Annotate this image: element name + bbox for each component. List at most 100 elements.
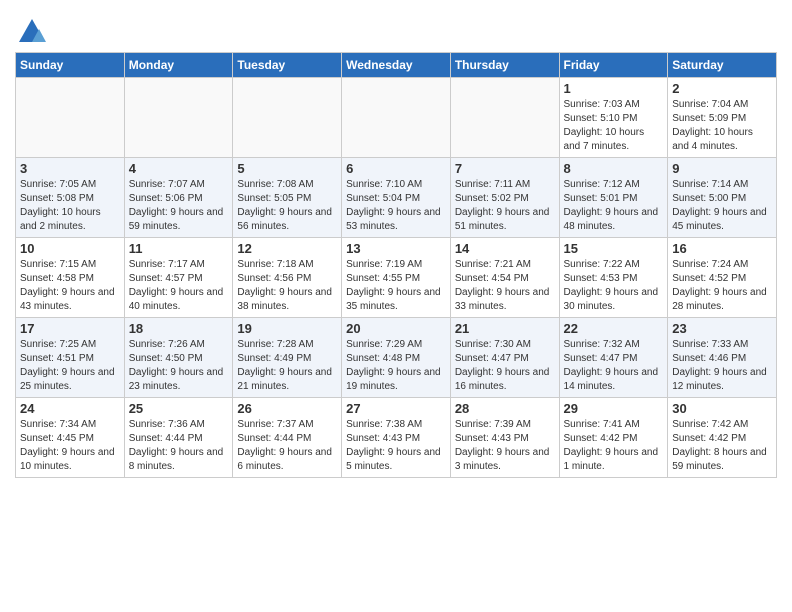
week-row-2: 3 Sunrise: 7:05 AM Sunset: 5:08 PM Daylig… — [16, 158, 777, 238]
calendar-table: SundayMondayTuesdayWednesdayThursdayFrid… — [15, 52, 777, 478]
page-container: SundayMondayTuesdayWednesdayThursdayFrid… — [0, 0, 792, 488]
day-cell: 4 Sunrise: 7:07 AM Sunset: 5:06 PM Daylig… — [124, 158, 233, 238]
day-number: 7 — [455, 161, 555, 176]
day-info: Sunrise: 7:19 AM Sunset: 4:55 PM Dayligh… — [346, 258, 446, 314]
day-cell: 9Sunrise: 7:14 AM Sunset: 5:00 PM Daylig… — [668, 158, 777, 238]
day-info: Sunrise: 7:38 AM Sunset: 4:43 PM Dayligh… — [346, 418, 446, 474]
day-info: Sunrise: 7:11 AM Sunset: 5:02 PM Dayligh… — [455, 178, 555, 234]
day-info: Sunrise: 7:05 AM Sunset: 5:08 PM Dayligh… — [20, 178, 120, 234]
day-info: Sunrise: 7:34 AM Sunset: 4:45 PM Dayligh… — [20, 418, 120, 474]
day-number: 25 — [129, 401, 229, 416]
day-info: Sunrise: 7:26 AM Sunset: 4:50 PM Dayligh… — [129, 338, 229, 394]
day-info: Sunrise: 7:22 AM Sunset: 4:53 PM Dayligh… — [564, 258, 664, 314]
day-number: 16 — [672, 241, 772, 256]
day-number: 2 — [672, 81, 772, 96]
day-info: Sunrise: 7:03 AM Sunset: 5:10 PM Dayligh… — [564, 98, 664, 154]
day-cell: 20 Sunrise: 7:29 AM Sunset: 4:48 PM Dayli… — [342, 318, 451, 398]
day-info: Sunrise: 7:37 AM Sunset: 4:44 PM Dayligh… — [237, 418, 337, 474]
day-cell: 26 Sunrise: 7:37 AM Sunset: 4:44 PM Dayli… — [233, 398, 342, 478]
day-info: Sunrise: 7:07 AM Sunset: 5:06 PM Dayligh… — [129, 178, 229, 234]
day-number: 20 — [346, 321, 446, 336]
day-cell — [342, 78, 451, 158]
day-info: Sunrise: 7:25 AM Sunset: 4:51 PM Dayligh… — [20, 338, 120, 394]
header-row: SundayMondayTuesdayWednesdayThursdayFrid… — [16, 53, 777, 78]
day-number: 4 — [129, 161, 229, 176]
day-info: Sunrise: 7:10 AM Sunset: 5:04 PM Dayligh… — [346, 178, 446, 234]
day-number: 14 — [455, 241, 555, 256]
day-cell: 24Sunrise: 7:34 AM Sunset: 4:45 PM Dayli… — [16, 398, 125, 478]
day-number: 22 — [564, 321, 664, 336]
day-info: Sunrise: 7:30 AM Sunset: 4:47 PM Dayligh… — [455, 338, 555, 394]
day-number: 15 — [564, 241, 664, 256]
day-number: 6 — [346, 161, 446, 176]
header-cell-monday: Monday — [124, 53, 233, 78]
header — [15, 10, 777, 44]
day-number: 1 — [564, 81, 664, 96]
day-cell: 14 Sunrise: 7:21 AM Sunset: 4:54 PM Dayli… — [450, 238, 559, 318]
logo-icon — [17, 14, 47, 44]
header-cell-sunday: Sunday — [16, 53, 125, 78]
day-info: Sunrise: 7:18 AM Sunset: 4:56 PM Dayligh… — [237, 258, 337, 314]
day-number: 9 — [672, 161, 772, 176]
day-cell: 16 Sunrise: 7:24 AM Sunset: 4:52 PM Dayli… — [668, 238, 777, 318]
day-cell: 3 Sunrise: 7:05 AM Sunset: 5:08 PM Daylig… — [16, 158, 125, 238]
day-cell: 27Sunrise: 7:38 AM Sunset: 4:43 PM Dayli… — [342, 398, 451, 478]
day-cell: 7 Sunrise: 7:11 AM Sunset: 5:02 PM Daylig… — [450, 158, 559, 238]
day-info: Sunrise: 7:41 AM Sunset: 4:42 PM Dayligh… — [564, 418, 664, 474]
day-cell: 18 Sunrise: 7:26 AM Sunset: 4:50 PM Dayli… — [124, 318, 233, 398]
day-info: Sunrise: 7:17 AM Sunset: 4:57 PM Dayligh… — [129, 258, 229, 314]
day-info: Sunrise: 7:33 AM Sunset: 4:46 PM Dayligh… — [672, 338, 772, 394]
day-number: 26 — [237, 401, 337, 416]
day-info: Sunrise: 7:42 AM Sunset: 4:42 PM Dayligh… — [672, 418, 772, 474]
day-number: 23 — [672, 321, 772, 336]
day-cell — [450, 78, 559, 158]
day-cell: 17 Sunrise: 7:25 AM Sunset: 4:51 PM Dayli… — [16, 318, 125, 398]
week-row-4: 17 Sunrise: 7:25 AM Sunset: 4:51 PM Dayli… — [16, 318, 777, 398]
day-cell: 6 Sunrise: 7:10 AM Sunset: 5:04 PM Daylig… — [342, 158, 451, 238]
day-cell — [124, 78, 233, 158]
day-number: 17 — [20, 321, 120, 336]
day-number: 3 — [20, 161, 120, 176]
header-cell-friday: Friday — [559, 53, 668, 78]
week-row-3: 10 Sunrise: 7:15 AM Sunset: 4:58 PM Dayli… — [16, 238, 777, 318]
day-cell — [233, 78, 342, 158]
day-cell: 1 Sunrise: 7:03 AM Sunset: 5:10 PM Daylig… — [559, 78, 668, 158]
day-info: Sunrise: 7:29 AM Sunset: 4:48 PM Dayligh… — [346, 338, 446, 394]
day-number: 12 — [237, 241, 337, 256]
day-info: Sunrise: 7:21 AM Sunset: 4:54 PM Dayligh… — [455, 258, 555, 314]
day-cell: 2 Sunrise: 7:04 AM Sunset: 5:09 PM Daylig… — [668, 78, 777, 158]
day-info: Sunrise: 7:08 AM Sunset: 5:05 PM Dayligh… — [237, 178, 337, 234]
day-cell: 21 Sunrise: 7:30 AM Sunset: 4:47 PM Dayli… — [450, 318, 559, 398]
day-info: Sunrise: 7:04 AM Sunset: 5:09 PM Dayligh… — [672, 98, 772, 154]
day-number: 29 — [564, 401, 664, 416]
header-cell-thursday: Thursday — [450, 53, 559, 78]
day-number: 11 — [129, 241, 229, 256]
day-cell — [16, 78, 125, 158]
day-info: Sunrise: 7:28 AM Sunset: 4:49 PM Dayligh… — [237, 338, 337, 394]
day-cell: 5Sunrise: 7:08 AM Sunset: 5:05 PM Daylig… — [233, 158, 342, 238]
day-cell: 22Sunrise: 7:32 AM Sunset: 4:47 PM Dayli… — [559, 318, 668, 398]
day-number: 13 — [346, 241, 446, 256]
day-number: 30 — [672, 401, 772, 416]
day-info: Sunrise: 7:24 AM Sunset: 4:52 PM Dayligh… — [672, 258, 772, 314]
day-cell: 8Sunrise: 7:12 AM Sunset: 5:01 PM Daylig… — [559, 158, 668, 238]
day-cell: 10 Sunrise: 7:15 AM Sunset: 4:58 PM Dayli… — [16, 238, 125, 318]
day-number: 21 — [455, 321, 555, 336]
day-number: 19 — [237, 321, 337, 336]
day-number: 8 — [564, 161, 664, 176]
logo — [15, 14, 47, 44]
day-number: 18 — [129, 321, 229, 336]
day-info: Sunrise: 7:39 AM Sunset: 4:43 PM Dayligh… — [455, 418, 555, 474]
day-cell: 30 Sunrise: 7:42 AM Sunset: 4:42 PM Dayli… — [668, 398, 777, 478]
day-cell: 19 Sunrise: 7:28 AM Sunset: 4:49 PM Dayli… — [233, 318, 342, 398]
day-number: 10 — [20, 241, 120, 256]
day-number: 28 — [455, 401, 555, 416]
day-cell: 29 Sunrise: 7:41 AM Sunset: 4:42 PM Dayli… — [559, 398, 668, 478]
header-cell-wednesday: Wednesday — [342, 53, 451, 78]
day-cell: 28 Sunrise: 7:39 AM Sunset: 4:43 PM Dayli… — [450, 398, 559, 478]
day-cell: 15 Sunrise: 7:22 AM Sunset: 4:53 PM Dayli… — [559, 238, 668, 318]
day-cell: 12 Sunrise: 7:18 AM Sunset: 4:56 PM Dayli… — [233, 238, 342, 318]
week-row-1: 1 Sunrise: 7:03 AM Sunset: 5:10 PM Daylig… — [16, 78, 777, 158]
header-cell-saturday: Saturday — [668, 53, 777, 78]
day-info: Sunrise: 7:15 AM Sunset: 4:58 PM Dayligh… — [20, 258, 120, 314]
